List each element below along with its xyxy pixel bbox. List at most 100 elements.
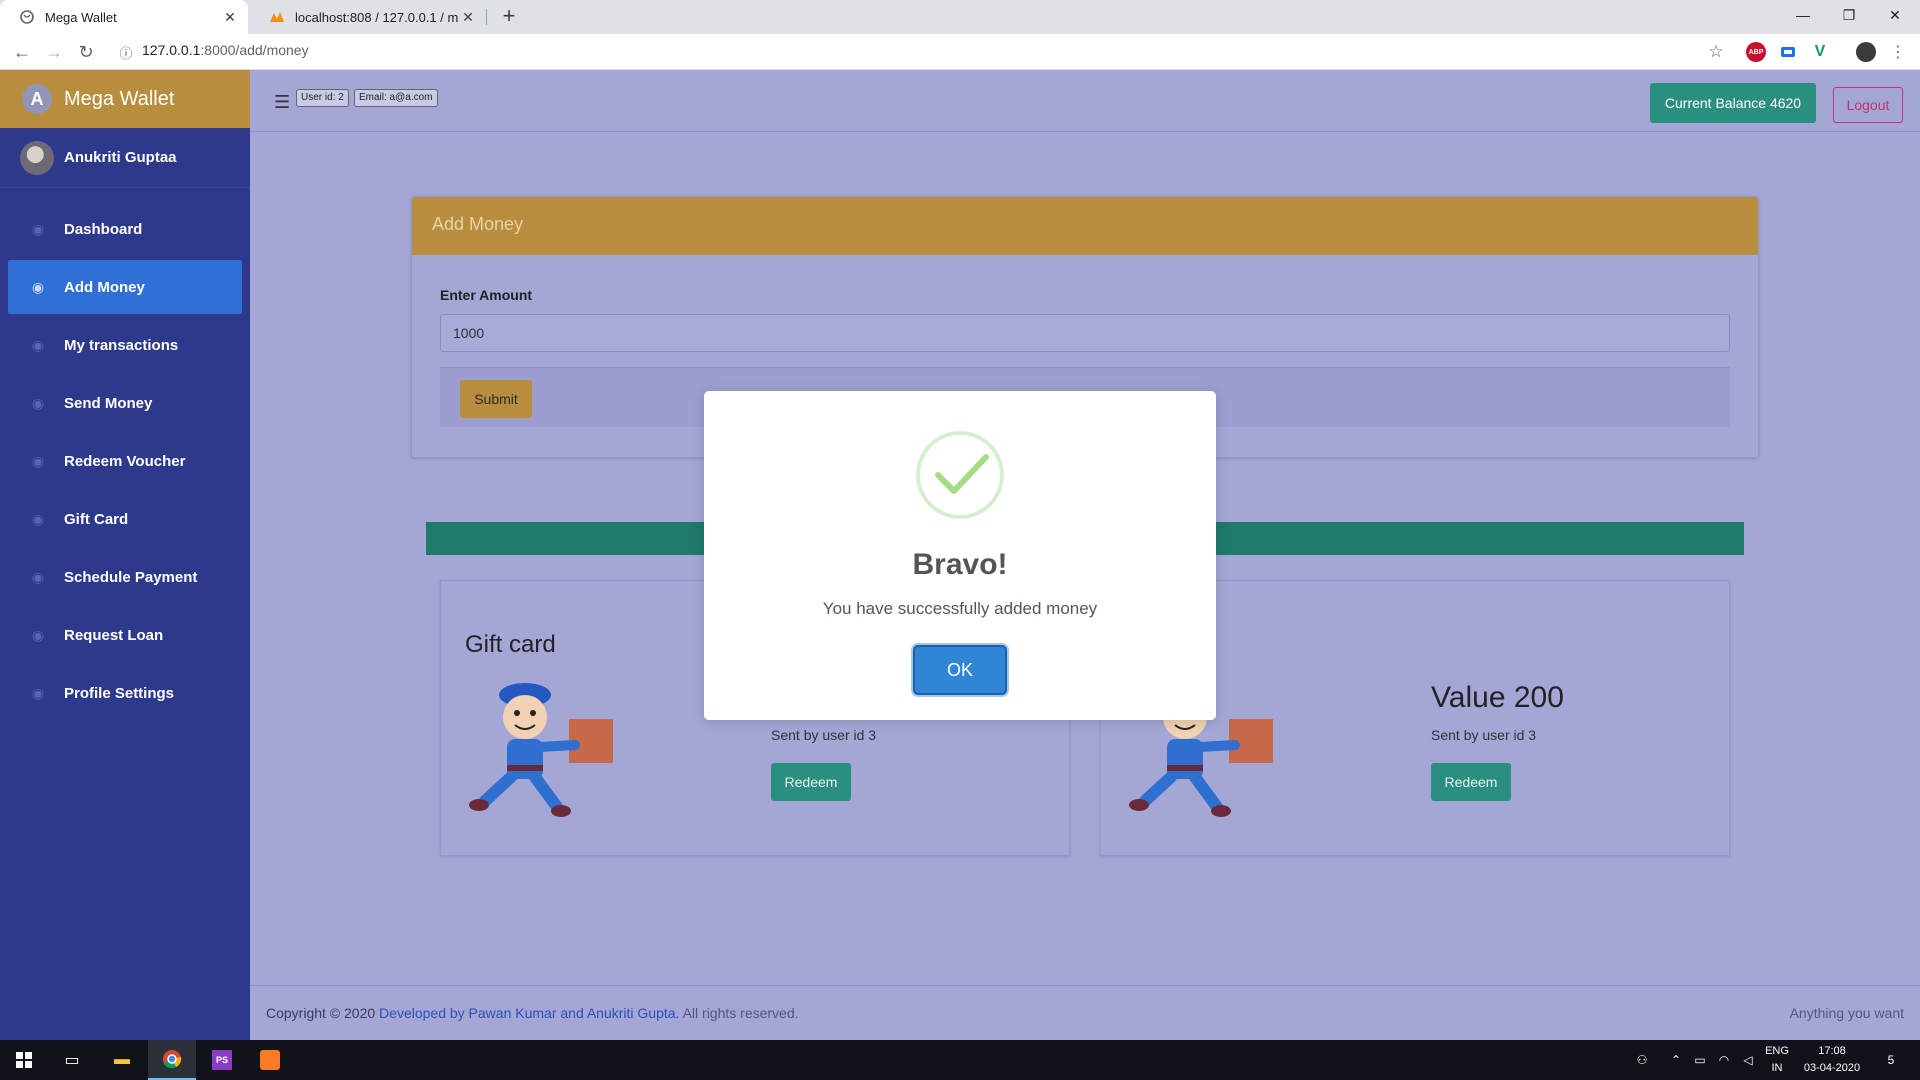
user-panel[interactable]: Anukriti Guptaa [0,128,250,188]
tab-title: Mega Wallet [45,9,117,25]
battery-icon[interactable]: ▭ [1688,1040,1712,1080]
sidebar-item-send-money[interactable]: ◉ Send Money [8,376,242,430]
sidebar-item-add-money[interactable]: ◉ Add Money [8,260,242,314]
browser-tab-mega-wallet[interactable]: Mega Wallet ✕ [0,0,248,34]
close-window-icon[interactable]: ✕ [1872,0,1918,30]
url-path: :8000/add/money [200,42,309,58]
sidebar-item-label: Schedule Payment [64,568,198,586]
sidebar-item-profile-settings[interactable]: ◉ Profile Settings [8,666,242,720]
dashboard-icon: ◉ [31,568,45,585]
reload-icon[interactable]: ↻ [74,40,98,64]
redeem-button[interactable]: Redeem [771,763,851,801]
sidebar-item-label: Dashboard [64,220,143,238]
sidebar-item-dashboard[interactable]: ◉ Dashboard [8,202,242,256]
new-tab-button[interactable]: + [496,5,522,29]
windows-taskbar: ▭ ▬ PS ⚇ ⌃ ▭ ◠ ◁ ENG IN 17:08 03-04-2020… [0,1040,1920,1080]
minimize-icon[interactable]: — [1780,0,1826,30]
phpmyadmin-icon [269,9,285,25]
clock-time: 17:08 [1818,1045,1846,1057]
sidebar-item-redeem-voucher[interactable]: ◉ Redeem Voucher [8,434,242,488]
dashboard-icon: ◉ [31,684,45,701]
close-tab-icon[interactable]: ✕ [220,9,240,26]
browser-tab-phpmyadmin[interactable]: localhost:808 / 127.0.0.1 / mega_ ✕ [250,0,486,34]
show-hidden-icons[interactable]: ⌃ [1664,1040,1688,1080]
profile-avatar-icon[interactable] [1856,42,1876,62]
sidebar-item-label: Add Money [64,278,145,296]
clock-date: 03-04-2020 [1803,1062,1861,1074]
more-menu-icon[interactable]: ⋮ [1886,40,1910,64]
wifi-icon[interactable]: ◠ [1712,1040,1736,1080]
user-name: Anukriti Guptaa [64,149,177,166]
brand-name: Mega Wallet [64,87,175,110]
vue-devtools-icon[interactable]: V [1810,42,1830,62]
gift-card-sender: Sent by user id 3 [1431,727,1537,743]
windows-start-icon[interactable] [0,1040,48,1080]
bookmark-star-icon[interactable]: ☆ [1704,40,1728,64]
submit-button[interactable]: Submit [460,380,532,418]
footer-tagline: Anything you want [1789,1005,1904,1021]
phpstorm-icon[interactable]: PS [198,1040,246,1080]
delivery-courier-illustration [469,683,613,817]
people-icon[interactable]: ⚇ [1630,1040,1654,1080]
xampp-icon[interactable] [246,1040,294,1080]
browser-toolbar: ← → ↻ ⓘ 127.0.0.1:8000/add/money ☆ ABP V… [0,34,1920,70]
page-footer: Copyright © 2020 Developed by Pawan Kuma… [250,985,1920,1040]
brand-logo-icon: A [22,84,52,114]
language-code: ENG [1765,1045,1789,1057]
redeem-button[interactable]: Redeem [1431,763,1511,801]
brand[interactable]: A Mega Wallet [0,70,250,128]
dashboard-icon: ◉ [31,278,45,295]
developers-link[interactable]: Developed by Pawan Kumar and Anukriti Gu… [379,1005,679,1021]
sidebar-item-label: My transactions [64,336,179,354]
file-explorer-icon[interactable]: ▬ [98,1040,146,1080]
sidebar-item-label: Redeem Voucher [64,452,186,470]
address-bar[interactable]: 127.0.0.1:8000/add/money [142,42,309,58]
add-money-header: Add Money [412,197,1758,255]
tab-separator [486,9,487,25]
back-icon[interactable]: ← [10,40,34,64]
site-info-icon[interactable]: ⓘ [114,40,138,64]
sidebar-item-label: Gift Card [64,510,129,528]
footer-copyright: Copyright © 2020 Developed by Pawan Kuma… [266,1005,799,1021]
chrome-icon[interactable] [148,1040,196,1080]
globe-icon [19,9,35,25]
dashboard-icon: ◉ [31,394,45,411]
sidebar-item-schedule-payment[interactable]: ◉ Schedule Payment [8,550,242,604]
translate-extension-icon[interactable] [1778,42,1798,62]
dashboard-icon: ◉ [31,510,45,527]
user-id-badge: User id: 2 [296,89,349,107]
browser-tabbar: Mega Wallet ✕ localhost:808 / 127.0.0.1 … [0,0,1920,34]
avatar [20,140,54,175]
restore-icon[interactable]: ❐ [1826,0,1872,30]
notifications-icon[interactable]: 5 [1876,1040,1906,1080]
region-code: IN [1771,1062,1783,1074]
dashboard-icon: ◉ [31,626,45,643]
close-tab-icon[interactable]: ✕ [458,9,478,26]
input-language[interactable]: ENG IN [1762,1043,1792,1077]
ok-button[interactable]: OK [913,645,1007,695]
copyright-text: Copyright © 2020 [266,1005,376,1021]
modal-title: Bravo! [912,548,1008,581]
volume-icon[interactable]: ◁ [1736,1040,1760,1080]
success-modal: Bravo! You have successfully added money… [704,391,1216,720]
forward-icon[interactable]: → [42,40,66,64]
sidebar-item-label: Request Loan [64,626,164,644]
sidebar-item-request-loan[interactable]: ◉ Request Loan [8,608,242,662]
email-badge: Email: a@a.com [354,89,438,107]
modal-message: You have successfully added money [822,599,1098,618]
amount-input[interactable] [440,314,1730,352]
dashboard-icon: ◉ [31,336,45,353]
current-balance-button[interactable]: Current Balance 4620 [1650,83,1816,123]
system-clock[interactable]: 17:08 03-04-2020 [1798,1043,1866,1077]
sidebar-item-label: Profile Settings [64,684,175,702]
logout-button[interactable]: Logout [1833,87,1903,123]
hamburger-menu-icon[interactable]: ☰ [274,92,290,113]
rights-text: All rights reserved. [682,1005,799,1021]
adblock-icon[interactable]: ABP [1746,42,1766,62]
success-check-icon [916,431,1004,519]
amount-label: Enter Amount [440,287,533,303]
task-view-icon[interactable]: ▭ [48,1040,96,1080]
sidebar-item-gift-card[interactable]: ◉ Gift Card [8,492,242,546]
sidebar-item-my-transactions[interactable]: ◉ My transactions [8,318,242,372]
dashboard-icon: ◉ [31,220,45,237]
